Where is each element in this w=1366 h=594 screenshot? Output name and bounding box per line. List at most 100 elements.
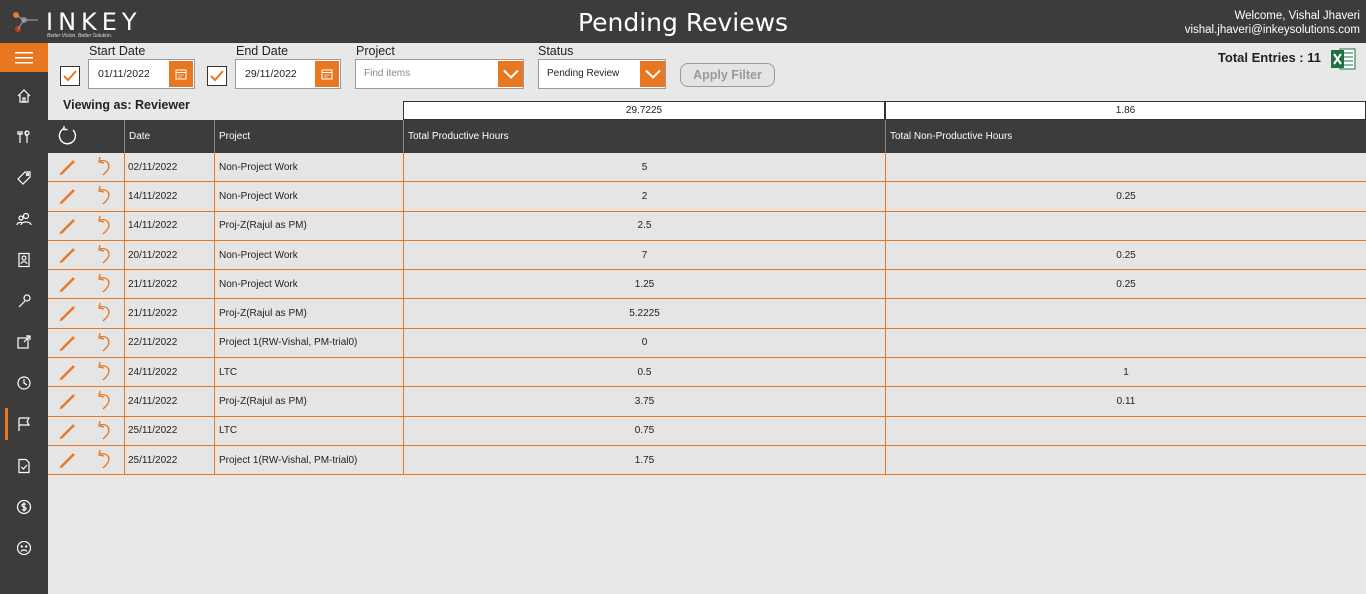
cell-productive-hours: 7 [403, 240, 885, 270]
cell-project: Proj-Z(Rajul as PM) [214, 211, 403, 240]
cell-project: Proj-Z(Rajul as PM) [214, 299, 403, 328]
cell-nonproductive-hours [885, 153, 1366, 182]
cell-nonproductive-hours: 0.11 [885, 387, 1366, 416]
nav-documents[interactable] [0, 448, 48, 484]
undo-icon[interactable] [94, 361, 114, 383]
column-header-productive-hours[interactable]: Total Productive Hours [403, 120, 885, 153]
cell-date: 20/11/2022 [124, 240, 214, 270]
nav-tags[interactable] [0, 160, 48, 196]
edit-pencil-icon[interactable] [58, 303, 78, 323]
nav-tools[interactable] [0, 119, 48, 155]
welcome-text: Welcome, Vishal Jhaveri [1234, 10, 1361, 22]
column-header-date[interactable]: Date [124, 120, 214, 153]
nav-home[interactable] [0, 78, 48, 114]
column-header-nonproductive-hours[interactable]: Total Non-Productive Hours [885, 120, 1366, 153]
nav-people[interactable] [0, 201, 48, 237]
nav-timesheet[interactable] [0, 365, 48, 401]
hamburger-menu-button[interactable] [0, 43, 48, 72]
apply-filter-button[interactable]: Apply Filter [680, 63, 775, 87]
undo-icon[interactable] [94, 215, 114, 237]
edit-pencil-icon[interactable] [58, 157, 78, 177]
cell-productive-hours: 5.2225 [403, 299, 885, 328]
cell-nonproductive-hours: 0.25 [885, 182, 1366, 211]
cell-project: Non-Project Work [214, 182, 403, 211]
table-row: 14/11/2022 Proj-Z(Rajul as PM) 2.5 [48, 211, 1366, 241]
nonproductive-hours-total: 1.86 [885, 101, 1366, 120]
chevron-down-icon [502, 69, 519, 79]
cell-date: 21/11/2022 [124, 299, 214, 328]
start-date-calendar-button[interactable] [169, 61, 193, 87]
refresh-icon[interactable] [56, 125, 78, 147]
table-row: 25/11/2022 Project 1(RW-Vishal, PM-trial… [48, 445, 1366, 476]
user-email: vishal.jhaveri@inkeysolutions.com [1184, 24, 1360, 36]
edit-pencil-icon[interactable] [58, 216, 78, 236]
edit-pencil-icon[interactable] [58, 450, 78, 470]
nav-pending-reviews[interactable] [0, 406, 48, 442]
undo-icon[interactable] [94, 244, 114, 266]
cell-nonproductive-hours: 0.25 [885, 270, 1366, 299]
status-dropdown-button[interactable] [640, 61, 665, 87]
excel-export-icon[interactable] [1330, 47, 1356, 71]
undo-icon[interactable] [94, 420, 114, 442]
undo-icon[interactable] [94, 449, 114, 471]
cell-date: 25/11/2022 [124, 416, 214, 445]
sidebar [0, 43, 48, 594]
nav-settings[interactable] [0, 283, 48, 319]
cell-productive-hours: 3.75 [403, 387, 885, 416]
cell-nonproductive-hours [885, 211, 1366, 240]
calendar-icon [321, 69, 333, 80]
cell-nonproductive-hours [885, 328, 1366, 358]
cell-nonproductive-hours [885, 416, 1366, 445]
table-row: 14/11/2022 Non-Project Work 2 0.25 [48, 182, 1366, 212]
edit-pencil-icon[interactable] [58, 391, 78, 411]
end-date-calendar-button[interactable] [315, 61, 339, 87]
edit-pencil-icon[interactable] [58, 362, 78, 382]
cell-project: Non-Project Work [214, 153, 403, 182]
document-check-icon [18, 458, 30, 474]
top-header: INKEY Better Vision. Better Solution. Pe… [0, 0, 1366, 43]
cell-project: Non-Project Work [214, 240, 403, 270]
cell-productive-hours: 0.75 [403, 416, 885, 445]
end-date-label: End Date [236, 44, 289, 58]
total-entries: Total Entries : 11 [1217, 50, 1321, 65]
undo-icon[interactable] [94, 185, 114, 207]
cell-date: 21/11/2022 [124, 270, 214, 299]
cell-project: Project 1(RW-Vishal, PM-trial0) [214, 445, 403, 475]
edit-pencil-icon[interactable] [58, 245, 78, 265]
edit-pencil-icon[interactable] [58, 274, 78, 294]
nav-contacts[interactable] [0, 242, 48, 278]
undo-icon[interactable] [94, 156, 114, 178]
column-header-project[interactable]: Project [214, 120, 403, 153]
cell-nonproductive-hours: 1 [885, 358, 1366, 387]
nav-feedback[interactable] [0, 530, 48, 566]
undo-icon[interactable] [94, 273, 114, 295]
cell-productive-hours: 2.5 [403, 211, 885, 240]
undo-icon[interactable] [94, 390, 114, 412]
project-placeholder: Find items [364, 68, 411, 79]
productive-hours-total: 29.7225 [403, 101, 885, 120]
status-label: Status [538, 44, 574, 58]
undo-icon[interactable] [94, 332, 114, 354]
nav-billing[interactable] [0, 489, 48, 525]
home-icon [17, 89, 31, 103]
contact-card-icon [18, 252, 30, 268]
cell-nonproductive-hours [885, 299, 1366, 328]
cell-productive-hours: 1.75 [403, 445, 885, 475]
checkmark-icon [63, 70, 77, 82]
start-date-checkbox[interactable] [60, 66, 80, 86]
undo-icon[interactable] [94, 302, 114, 324]
cell-productive-hours: 0.5 [403, 358, 885, 387]
edit-pencil-icon[interactable] [58, 186, 78, 206]
end-date-checkbox[interactable] [207, 66, 227, 86]
cell-project: Non-Project Work [214, 270, 403, 299]
nav-edit[interactable] [0, 324, 48, 360]
edit-pencil-icon[interactable] [58, 333, 78, 353]
table-row: 22/11/2022 Project 1(RW-Vishal, PM-trial… [48, 328, 1366, 359]
calendar-icon [175, 69, 187, 80]
flag-icon [18, 417, 31, 431]
table-row: 24/11/2022 Proj-Z(Rajul as PM) 3.75 0.11 [48, 387, 1366, 417]
edit-pencil-icon[interactable] [58, 421, 78, 441]
project-dropdown-button[interactable] [498, 61, 523, 87]
clock-icon [17, 376, 31, 390]
cell-date: 25/11/2022 [124, 445, 214, 475]
